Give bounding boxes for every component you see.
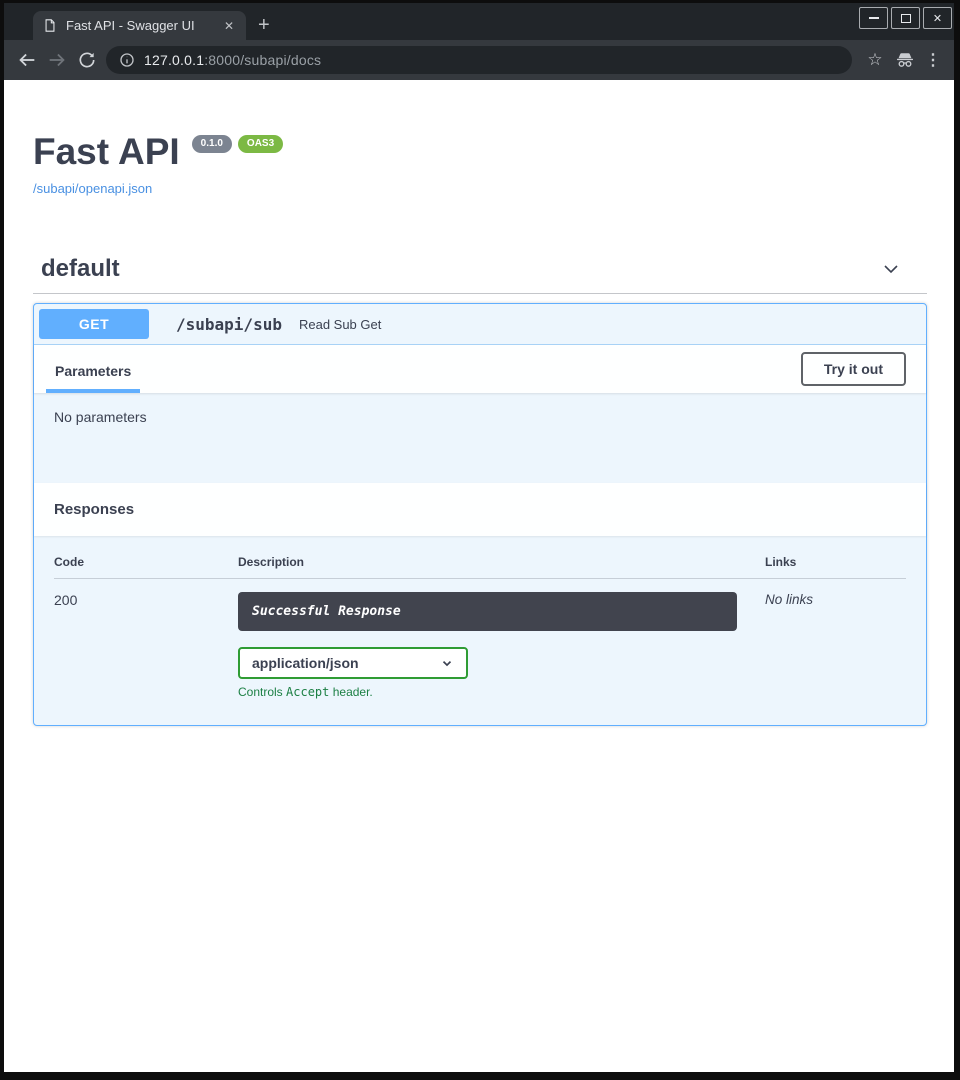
response-description: Successful Response [238, 592, 737, 631]
responses-table: Code Description Links 200 Successful Re… [34, 536, 926, 725]
media-type-select[interactable]: application/json [238, 647, 468, 679]
browser-toolbar: 127.0.0.1:8000/subapi/docs ☆ ⋮ [4, 40, 954, 80]
opblock-get: GET /subapi/sub Read Sub Get Parameters … [33, 303, 927, 726]
title-badges: 0.1.0 OAS3 [192, 135, 283, 153]
openapi-spec-link[interactable]: /subapi/openapi.json [33, 181, 152, 196]
tab-strip: Fast API - Swagger UI ✕ + ✕ [4, 3, 954, 40]
accept-header-note: Controls Accept header. [238, 685, 745, 699]
window-maximize-button[interactable] [891, 7, 920, 29]
bookmark-star-icon[interactable]: ☆ [860, 45, 890, 75]
media-type-value: application/json [252, 655, 359, 671]
maximize-icon [901, 14, 911, 23]
window-close-button[interactable]: ✕ [923, 7, 952, 29]
no-parameters-message: No parameters [34, 393, 926, 483]
response-links: No links [745, 579, 906, 699]
swagger-page: Fast API 0.1.0 OAS3 /subapi/openapi.json… [4, 80, 954, 1072]
method-badge: GET [39, 309, 149, 339]
reload-button[interactable] [72, 45, 102, 75]
back-button[interactable] [12, 45, 42, 75]
url-host: 127.0.0.1 [144, 52, 204, 68]
tab-parameters: Parameters [46, 348, 140, 393]
version-badge: 0.1.0 [192, 135, 232, 153]
column-header-code: Code [54, 555, 238, 579]
column-header-links: Links [745, 555, 906, 579]
forward-button[interactable] [42, 45, 72, 75]
reload-icon [77, 50, 97, 70]
tab-close-icon[interactable]: ✕ [220, 17, 238, 35]
collapse-section-button[interactable] [881, 259, 901, 279]
page-favicon-icon [43, 18, 57, 33]
operation-path: /subapi/sub [176, 315, 282, 334]
incognito-icon [890, 45, 920, 75]
browser-window: Fast API - Swagger UI ✕ + ✕ 127.0.0.1:80… [0, 0, 960, 1080]
window-minimize-button[interactable] [859, 7, 888, 29]
try-it-out-button[interactable]: Try it out [801, 352, 906, 386]
operation-description: Read Sub Get [299, 317, 381, 332]
parameters-header: Parameters Try it out [34, 345, 926, 393]
operation-summary[interactable]: GET /subapi/sub Read Sub Get [34, 304, 926, 345]
tag-section-header[interactable]: default [33, 255, 927, 294]
chevron-down-icon [881, 259, 901, 279]
tag-name: default [41, 255, 120, 283]
response-description-cell: Successful Response application/json Con… [238, 579, 745, 699]
address-bar[interactable]: 127.0.0.1:8000/subapi/docs [106, 46, 852, 74]
column-header-description: Description [238, 555, 745, 579]
oas3-badge: OAS3 [238, 135, 283, 153]
new-tab-button[interactable]: + [258, 15, 270, 35]
page-title: Fast API [33, 133, 180, 170]
url-path: :8000/subapi/docs [204, 52, 321, 68]
accept-code: Accept [286, 685, 329, 699]
minimize-icon [869, 17, 879, 19]
responses-grid: Code Description Links 200 Successful Re… [54, 555, 906, 699]
responses-header: Responses [34, 483, 926, 536]
tab-title: Fast API - Swagger UI [66, 18, 220, 33]
url-text: 127.0.0.1:8000/subapi/docs [144, 52, 321, 68]
response-code: 200 [54, 579, 238, 699]
window-controls: ✕ [859, 7, 952, 29]
browser-menu-icon[interactable]: ⋮ [920, 45, 946, 75]
arrow-left-icon [16, 49, 38, 71]
browser-tab[interactable]: Fast API - Swagger UI ✕ [33, 11, 246, 40]
arrow-right-icon [46, 49, 68, 71]
info-icon [119, 52, 135, 68]
select-chevron-down-icon [440, 656, 454, 670]
api-title-block: Fast API 0.1.0 OAS3 [33, 133, 927, 170]
